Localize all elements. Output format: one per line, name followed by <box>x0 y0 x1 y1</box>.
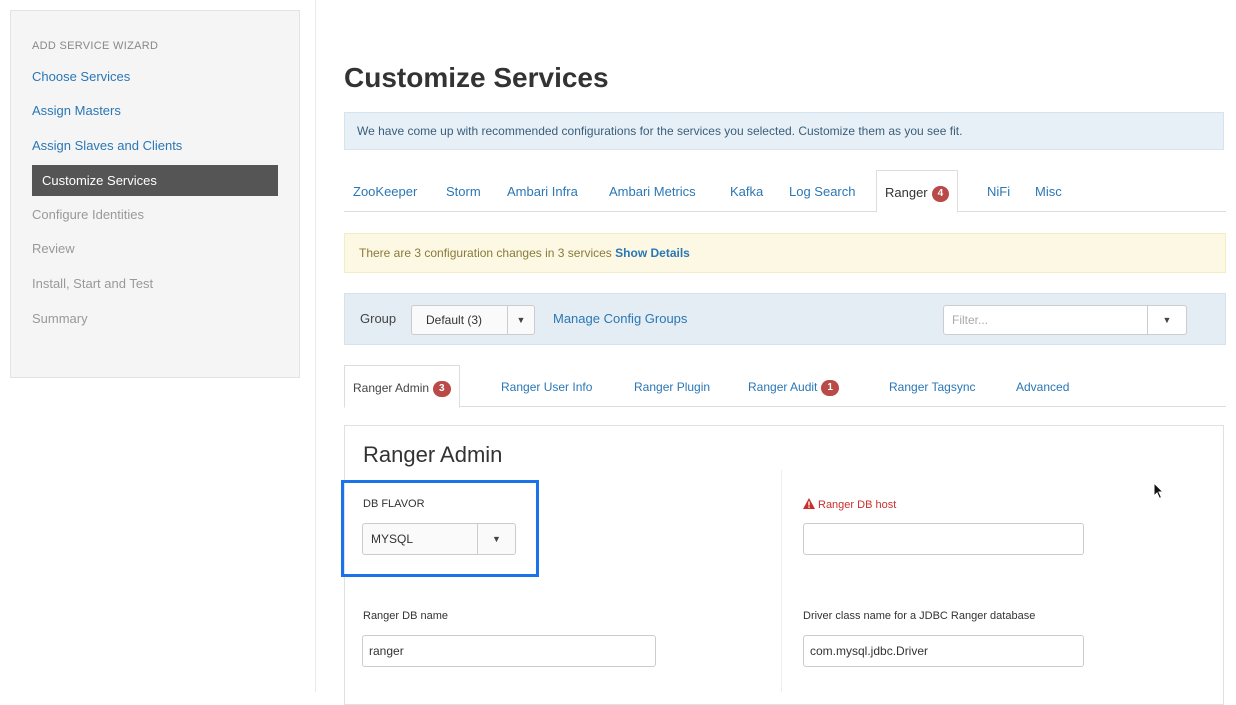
step-choose-services[interactable]: Choose Services <box>32 67 130 87</box>
info-alert-text: We have come up with recommended configu… <box>357 124 963 138</box>
tab-zookeeper[interactable]: ZooKeeper <box>353 170 417 212</box>
column-divider <box>781 470 782 692</box>
panel-title: Ranger Admin <box>363 442 503 467</box>
subtab-ranger-audit-label: Ranger Audit <box>748 380 818 394</box>
subtab-ranger-admin-badge: 3 <box>433 380 451 397</box>
db-host-label-text: Ranger DB host <box>818 499 897 511</box>
step-install-start-test: Install, Start and Test <box>32 276 154 291</box>
driver-class-label: Driver class name for a JDBC Ranger data… <box>803 610 1036 622</box>
step-review: Review <box>32 241 75 256</box>
tab-log-search[interactable]: Log Search <box>789 170 856 212</box>
tab-ambari-infra[interactable]: Ambari Infra <box>507 170 578 212</box>
subtab-ranger-admin[interactable]: Ranger Admin 3 <box>344 365 460 408</box>
wizard-title: ADD SERVICE WIZARD <box>32 40 159 52</box>
group-label: Group <box>360 311 397 326</box>
step-assign-masters[interactable]: Assign Masters <box>32 101 121 121</box>
step-assign-slaves-clients[interactable]: Assign Slaves and Clients <box>32 136 182 156</box>
caret-down-icon[interactable]: ▼ <box>477 524 515 554</box>
subtab-ranger-audit-badge: 1 <box>821 379 839 396</box>
tab-ambari-metrics[interactable]: Ambari Metrics <box>609 170 696 212</box>
warning-icon <box>803 498 815 509</box>
manage-config-groups-link[interactable]: Manage Config Groups <box>553 311 687 326</box>
step-summary: Summary <box>32 311 88 326</box>
step-customize-services: Customize Services <box>32 165 278 196</box>
subtab-ranger-plugin[interactable]: Ranger Plugin <box>634 365 710 407</box>
filter-caret-down-icon[interactable]: ▼ <box>1147 306 1186 334</box>
group-select-value: Default (3) <box>426 313 483 327</box>
page-title: Customize Services <box>344 62 609 93</box>
config-group-bar: Group Default (3) ▼ Manage Config Groups… <box>344 293 1226 345</box>
db-flavor-value: MYSQL <box>371 532 414 546</box>
caret-down-icon[interactable]: ▼ <box>507 306 534 334</box>
db-name-label: Ranger DB name <box>363 610 448 622</box>
config-changes-text: There are 3 configuration changes in 3 s… <box>359 246 612 260</box>
subtab-ranger-audit[interactable]: Ranger Audit 1 <box>748 365 839 407</box>
show-details-link[interactable]: Show Details <box>615 246 690 260</box>
tab-ranger-badge: 4 <box>931 185 950 202</box>
db-flavor-select[interactable]: MYSQL ▼ <box>362 523 516 555</box>
subtab-ranger-tagsync[interactable]: Ranger Tagsync <box>889 365 976 407</box>
subtab-ranger-user-info[interactable]: Ranger User Info <box>501 365 592 407</box>
service-tabs: ZooKeeper Storm Ambari Infra Ambari Metr… <box>344 170 1226 213</box>
tab-nifi[interactable]: NiFi <box>987 170 1010 212</box>
subtab-advanced[interactable]: Advanced <box>1016 365 1069 407</box>
subtab-ranger-admin-label: Ranger Admin <box>353 381 430 395</box>
db-host-label: Ranger DB host <box>803 498 896 511</box>
mouse-cursor-icon <box>1153 482 1165 500</box>
driver-class-input[interactable] <box>803 635 1084 667</box>
config-changes-alert: There are 3 configuration changes in 3 s… <box>344 233 1226 273</box>
step-configure-identities: Configure Identities <box>32 207 145 222</box>
db-host-input[interactable] <box>803 523 1084 555</box>
tab-ranger-label: Ranger <box>885 185 928 200</box>
db-name-input[interactable] <box>362 635 656 667</box>
tab-ranger[interactable]: Ranger 4 <box>876 170 959 213</box>
info-alert: We have come up with recommended configu… <box>344 112 1224 150</box>
ranger-sub-tabs: Ranger Admin 3 Ranger User Info Ranger Pl… <box>344 365 1226 408</box>
tab-misc[interactable]: Misc <box>1035 170 1062 212</box>
db-flavor-label: DB FLAVOR <box>363 498 425 510</box>
tab-kafka[interactable]: Kafka <box>730 170 763 212</box>
tab-storm[interactable]: Storm <box>446 170 481 212</box>
group-select[interactable]: Default (3) ▼ <box>411 305 535 335</box>
